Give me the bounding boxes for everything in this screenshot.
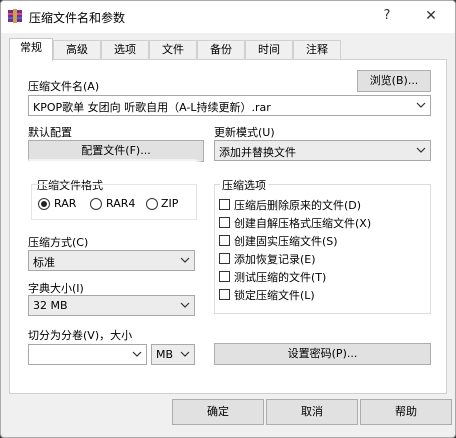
chevron-down-icon: [180, 302, 190, 308]
tab-backup[interactable]: 备份: [197, 40, 245, 60]
option-solid[interactable]: 创建固实压缩文件(S): [215, 234, 415, 249]
dialog-window: 压缩文件名和参数 ? ✕ 常规 高级 选项 文件 备份 时间 注释 压缩文件名(…: [0, 0, 456, 438]
checkbox[interactable]: [219, 235, 230, 246]
option-recovery-record[interactable]: 添加恢复记录(E): [215, 252, 415, 267]
chevron-down-icon: [180, 257, 190, 263]
browse-button[interactable]: 浏览(B)...: [357, 70, 431, 92]
option-label: 创建固实压缩文件(S): [234, 235, 338, 248]
format-zip-radio[interactable]: [146, 198, 158, 210]
tab-files[interactable]: 文件: [149, 40, 197, 60]
dictionary-size-label: 字典大小(I): [28, 282, 84, 295]
option-label: 创建自解压格式压缩文件(X): [234, 217, 372, 230]
archive-name-label: 压缩文件名(A): [28, 80, 100, 93]
tab-time[interactable]: 时间: [245, 40, 293, 60]
checkbox[interactable]: [219, 199, 230, 210]
format-zip-label: ZIP: [161, 197, 179, 210]
option-lock-archive[interactable]: 锁定压缩文件(L): [215, 288, 415, 303]
split-volumes-label: 切分为分卷(V)，大小: [28, 329, 133, 342]
split-unit-select[interactable]: MB: [151, 344, 195, 365]
compression-method-select[interactable]: 标准: [28, 250, 195, 271]
option-test-files[interactable]: 测试压缩的文件(T): [215, 270, 415, 285]
format-rar4-label: RAR4: [106, 197, 136, 210]
window-title: 压缩文件名和参数: [29, 11, 126, 25]
format-rar4-radio[interactable]: [90, 198, 102, 210]
checkbox[interactable]: [219, 289, 230, 300]
option-label: 添加恢复记录(E): [234, 253, 316, 266]
update-mode-value: 添加并替换文件: [219, 146, 296, 159]
chevron-down-icon: [416, 102, 426, 108]
split-size-combobox[interactable]: [28, 344, 147, 365]
default-profile-label: 默认配置: [28, 126, 72, 139]
compression-method-label: 压缩方式(C): [28, 236, 89, 249]
help-icon[interactable]: ?: [375, 5, 399, 27]
winrar-app-icon: [8, 9, 22, 23]
checkbox[interactable]: [219, 271, 230, 282]
split-unit-value: MB: [156, 348, 174, 361]
ok-button[interactable]: 确定: [172, 399, 264, 425]
close-icon[interactable]: ✕: [419, 5, 443, 27]
update-mode-label: 更新模式(U): [214, 126, 275, 139]
option-label: 锁定压缩文件(L): [234, 289, 315, 302]
format-rar-label: RAR: [54, 197, 77, 210]
compression-options-group: 压缩后删除原来的文件(D) 创建自解压格式压缩文件(X) 创建固实压缩文件(S)…: [214, 184, 431, 314]
title-bar: 压缩文件名和参数 ? ✕: [1, 1, 455, 33]
profiles-button[interactable]: 配置文件(F)...: [28, 140, 204, 162]
compression-options-label: 压缩选项: [220, 177, 268, 193]
tab-general[interactable]: 常规: [9, 38, 53, 61]
tab-options[interactable]: 选项: [101, 40, 149, 60]
option-delete-after[interactable]: 压缩后删除原来的文件(D): [215, 198, 415, 213]
archive-name-combobox[interactable]: KPOP歌单 女团向 听歌自用（A-L持续更新）.rar: [28, 95, 431, 116]
chevron-down-icon: [180, 351, 190, 357]
dictionary-size-select[interactable]: 32 MB: [28, 295, 195, 316]
option-label: 压缩后删除原来的文件(D): [234, 199, 362, 212]
cancel-button[interactable]: 取消: [266, 399, 358, 425]
chevron-down-icon: [132, 351, 142, 357]
checkbox[interactable]: [219, 217, 230, 228]
tab-comment[interactable]: 注释: [293, 40, 341, 60]
compression-method-value: 标准: [33, 256, 55, 269]
option-label: 测试压缩的文件(T): [234, 271, 327, 284]
help-button[interactable]: 帮助: [360, 399, 452, 425]
option-sfx[interactable]: 创建自解压格式压缩文件(X): [215, 216, 415, 231]
radio-selected-dot: [41, 201, 47, 207]
chevron-down-icon: [416, 147, 426, 153]
dictionary-size-value: 32 MB: [33, 299, 68, 312]
update-mode-select[interactable]: 添加并替换文件: [214, 140, 431, 161]
archive-name-value: KPOP歌单 女团向 听歌自用（A-L持续更新）.rar: [33, 101, 271, 114]
set-password-button[interactable]: 设置密码(P)...: [214, 343, 431, 365]
format-rar-radio[interactable]: [38, 198, 50, 210]
tab-advanced[interactable]: 高级: [53, 40, 101, 60]
checkbox[interactable]: [219, 253, 230, 264]
